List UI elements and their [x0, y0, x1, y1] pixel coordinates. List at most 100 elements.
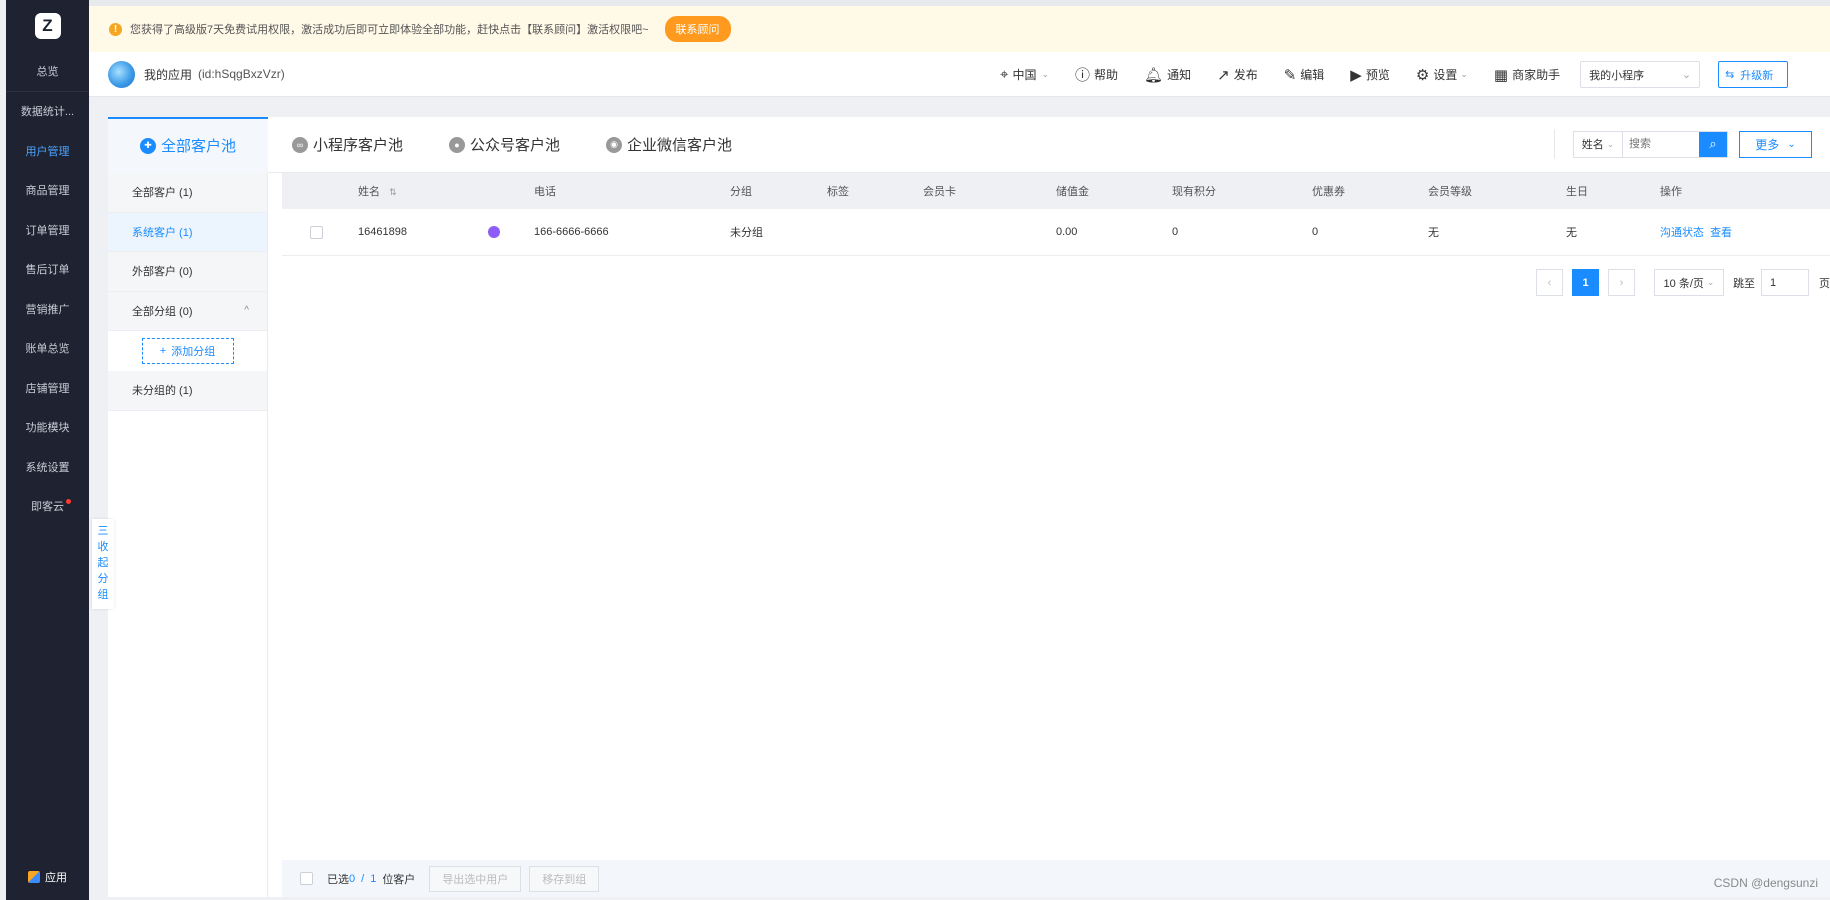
apps-label: 应用: [45, 872, 67, 884]
header-level: 会员等级: [1428, 186, 1472, 198]
group-all-customers[interactable]: 全部客户 (1): [108, 173, 267, 213]
banner-text: 您获得了高级版7天免费试用权限，激活成功后即可立即体验全部功能，赶快点击【联系顾…: [130, 24, 649, 36]
sidebar-item-overview[interactable]: 总览: [6, 52, 89, 92]
edit-label: 编辑: [1300, 68, 1325, 82]
help-button[interactable]: ⓘ 帮助: [1075, 64, 1118, 85]
sidebar-item-order-management[interactable]: 订单管理: [6, 210, 89, 250]
tab-official-account-pool[interactable]: ● 公众号客户池: [449, 134, 560, 155]
logo[interactable]: Z: [6, 0, 89, 52]
qrcode-icon: ▦: [1493, 66, 1509, 84]
group-all-groups[interactable]: 全部分组 (0) ^: [108, 291, 267, 331]
chevron-down-icon: ⌄: [1706, 277, 1715, 287]
header-member-card: 会员卡: [923, 186, 956, 198]
cell-phone: 166-6666-6666: [534, 226, 609, 238]
region-selector[interactable]: ⌖ 中国 ⌄: [1000, 66, 1049, 83]
chat-icon: ◉: [606, 136, 623, 153]
sidebar-item-jikeyun[interactable]: 即客云: [6, 487, 89, 527]
app-avatar: [108, 60, 135, 88]
header-actions: 操作: [1660, 186, 1682, 198]
prev-page-button[interactable]: ‹: [1536, 269, 1563, 296]
header-balance: 储值金: [1056, 186, 1089, 198]
group-external-customers[interactable]: 外部客户 (0): [108, 252, 267, 292]
search-button[interactable]: ⌕: [1699, 131, 1727, 157]
page-size-select[interactable]: 10 条/页 ⌄: [1654, 269, 1724, 296]
select-all-checkbox[interactable]: [300, 872, 313, 885]
notification-dot: [66, 498, 71, 504]
sidebar-item-product-management[interactable]: 商品管理: [6, 171, 89, 211]
sidebar-item-store-management[interactable]: 店铺管理: [6, 368, 89, 408]
header-label: 姓名: [358, 186, 380, 198]
sidebar-item-after-sales-orders[interactable]: 售后订单: [6, 250, 89, 290]
upgrade-button[interactable]: ⇆ 升级新: [1718, 61, 1789, 88]
page-1-button[interactable]: 1: [1572, 269, 1599, 296]
total-count: 1: [370, 872, 377, 885]
collapse-char: 三: [97, 525, 109, 537]
settings-button[interactable]: ⚙ 设置 ⌄: [1416, 66, 1468, 84]
preview-button[interactable]: ▶ 预览: [1350, 66, 1390, 84]
sidebar-item-billing-overview[interactable]: 账单总览: [6, 329, 89, 369]
sidebar-item-marketing[interactable]: 营销推广: [6, 289, 89, 329]
sidebar-item-data-stats[interactable]: 数据统计...: [6, 92, 89, 132]
header-tag: 标签: [827, 186, 849, 198]
cell-balance: 0.00: [1056, 226, 1078, 238]
add-group-button[interactable]: + 添加分组: [141, 338, 234, 364]
communication-status-link[interactable]: 沟通状态: [1660, 227, 1704, 239]
tab-mini-program-pool[interactable]: ∞ 小程序客户池: [292, 134, 403, 155]
mini-program-select[interactable]: 我的小程序 ⌄: [1580, 61, 1701, 88]
header-name[interactable]: 姓名 ⇅: [358, 183, 397, 199]
apps-button[interactable]: 应用: [6, 854, 89, 900]
header-group: 分组: [730, 186, 752, 198]
collapse-groups-toggle[interactable]: 三 收 起 分 组: [92, 519, 114, 609]
search-input[interactable]: [1623, 131, 1699, 157]
search-area: 姓名 ⌄ ⌕ 更多 ⌄: [1554, 129, 1812, 159]
help-label: 帮助: [1094, 68, 1119, 82]
pagination: ‹ 1 › 10 条/页 ⌄ 跳至 1 页: [1536, 269, 1830, 296]
cube-icon: [28, 871, 40, 883]
group-system-customers[interactable]: 系统客户 (1): [108, 212, 267, 252]
grid-icon: ✚: [139, 137, 156, 154]
move-to-group-button[interactable]: 移存到组: [529, 865, 600, 892]
contact-advisor-button[interactable]: 联系顾问: [664, 16, 731, 42]
tab-label: 全部客户池: [160, 138, 236, 155]
next-page-button[interactable]: ›: [1608, 269, 1635, 296]
sidebar-item-user-management[interactable]: 用户管理: [6, 131, 89, 171]
publish-button[interactable]: ↗ 发布: [1217, 66, 1258, 84]
notify-button[interactable]: 🔔︎ 通知: [1144, 66, 1191, 84]
cell-birthday: 无: [1566, 227, 1577, 239]
edit-button[interactable]: ✎ 编辑: [1284, 66, 1325, 84]
watermark: CSDN @dengsunzi: [1713, 876, 1818, 890]
sort-icon: ⇅: [389, 187, 397, 197]
count-separator: /: [361, 872, 365, 885]
tab-all-customer-pool[interactable]: ✚ 全部客户池: [108, 116, 268, 173]
group-ungrouped[interactable]: 未分组的 (1): [108, 371, 267, 411]
view-link[interactable]: 查看: [1710, 227, 1732, 239]
page-suffix: 页: [1819, 277, 1830, 290]
plus-icon: +: [159, 345, 167, 357]
cell-coupon: 0: [1312, 226, 1319, 238]
chevron-up-icon[interactable]: ^: [244, 305, 249, 316]
search-field-select[interactable]: 姓名 ⌄: [1574, 131, 1623, 157]
logo-icon: Z: [34, 13, 61, 39]
notify-label: 通知: [1167, 68, 1192, 82]
jump-page-input[interactable]: 1: [1761, 269, 1809, 296]
merchant-assistant-button[interactable]: ▦ 商家助手: [1494, 66, 1560, 84]
search-icon: ⌕: [1709, 136, 1717, 151]
sidebar-item-system-settings[interactable]: 系统设置: [6, 447, 89, 487]
publish-label: 发布: [1233, 68, 1258, 82]
customer-suffix: 位客户: [382, 873, 416, 886]
trial-banner: ! 您获得了高级版7天免费试用权限，激活成功后即可立即体验全部功能，赶快点击【联…: [89, 0, 1830, 52]
cell-points: 0: [1172, 226, 1179, 238]
more-button[interactable]: 更多 ⌄: [1739, 130, 1812, 158]
header-points: 现有积分: [1172, 186, 1216, 198]
row-checkbox[interactable]: [310, 225, 323, 239]
edit-icon: ✎: [1283, 66, 1297, 84]
region-label: 中国: [1012, 68, 1037, 82]
export-selected-button[interactable]: 导出选中用户: [429, 865, 522, 892]
group-label: 全部分组 (0): [132, 305, 193, 318]
publish-icon: ↗: [1217, 66, 1230, 84]
sidebar-item-function-modules[interactable]: 功能模块: [6, 408, 89, 448]
tab-wecom-pool[interactable]: ◉ 企业微信客户池: [606, 134, 732, 155]
gear-icon: ⚙: [1415, 66, 1430, 84]
help-icon: ⓘ: [1075, 67, 1091, 84]
customer-panel: ✚ 全部客户池 ∞ 小程序客户池 ● 公众号客户池 ◉ 企业微信客户池 姓名 ⌄: [92, 116, 1830, 897]
